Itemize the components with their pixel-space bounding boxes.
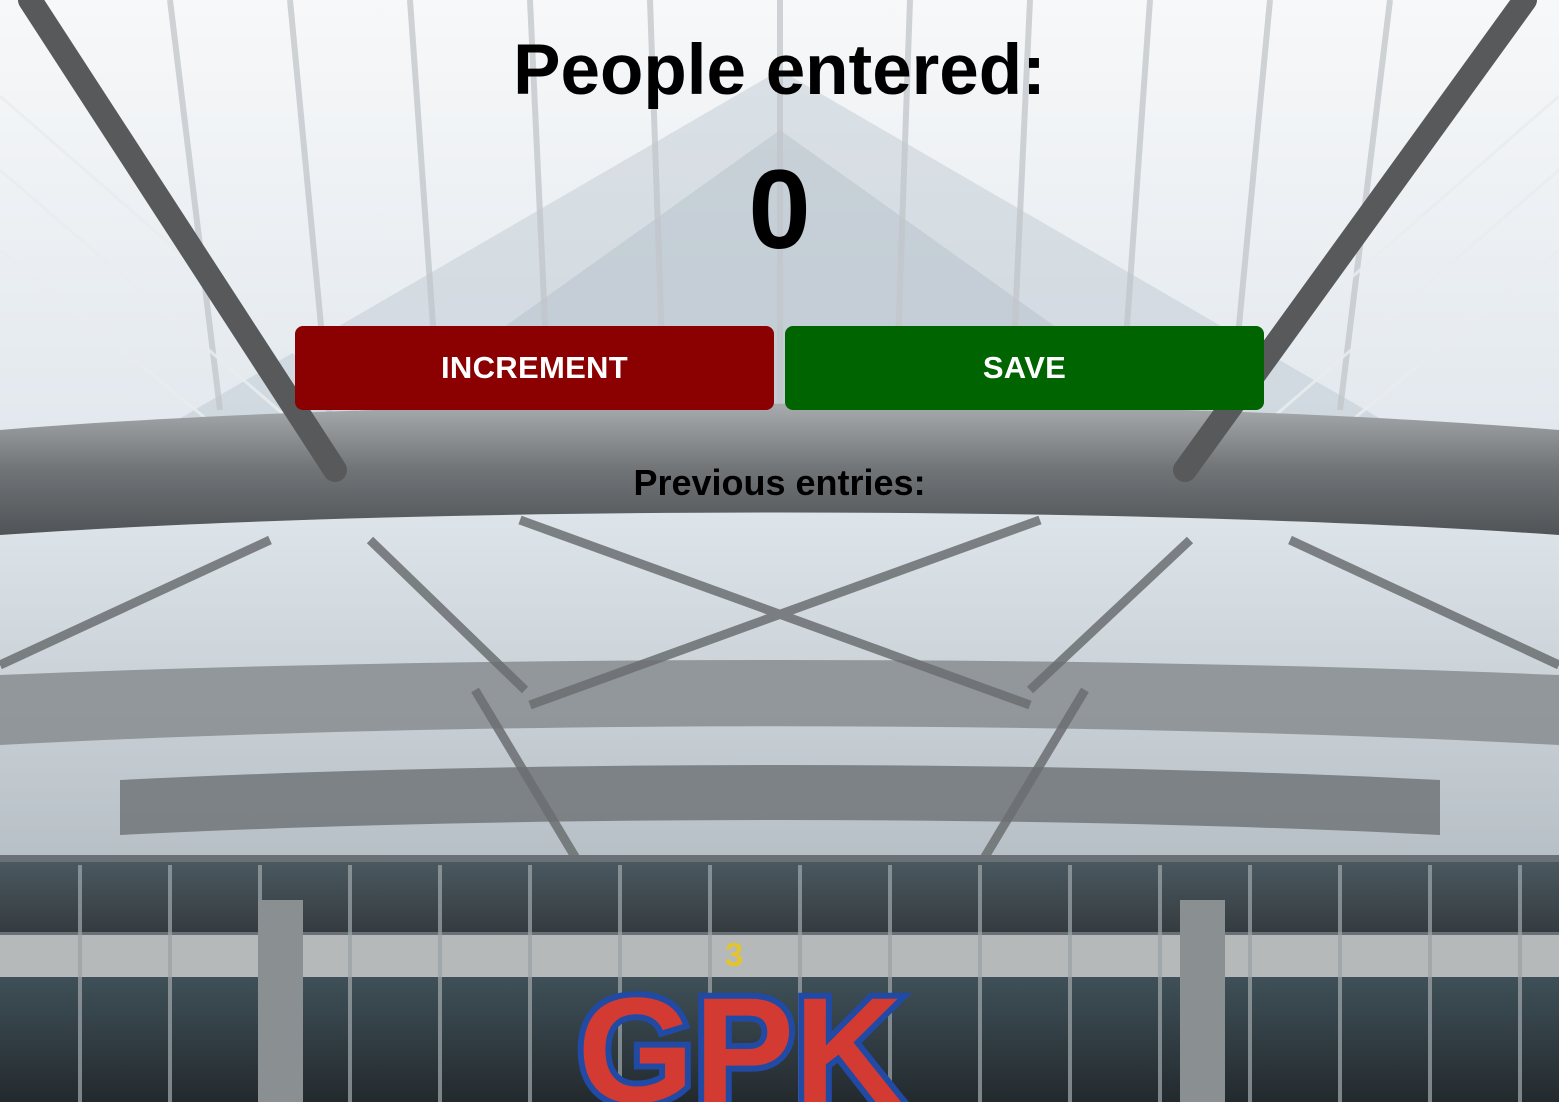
- previous-entries-heading: Previous entries:: [633, 462, 926, 503]
- counter-panel: People entered: 0 INCREMENT SAVE Previou…: [0, 0, 1559, 1102]
- people-count-value: 0: [748, 147, 811, 272]
- previous-entries-list: [0, 512, 1559, 513]
- people-entered-title: People entered:: [513, 31, 1046, 110]
- increment-button[interactable]: INCREMENT: [295, 326, 774, 410]
- save-button[interactable]: SAVE: [785, 326, 1264, 410]
- people-counter-app: 3 GPK People entered: 0 INCREMENT SAVE P…: [0, 0, 1559, 1102]
